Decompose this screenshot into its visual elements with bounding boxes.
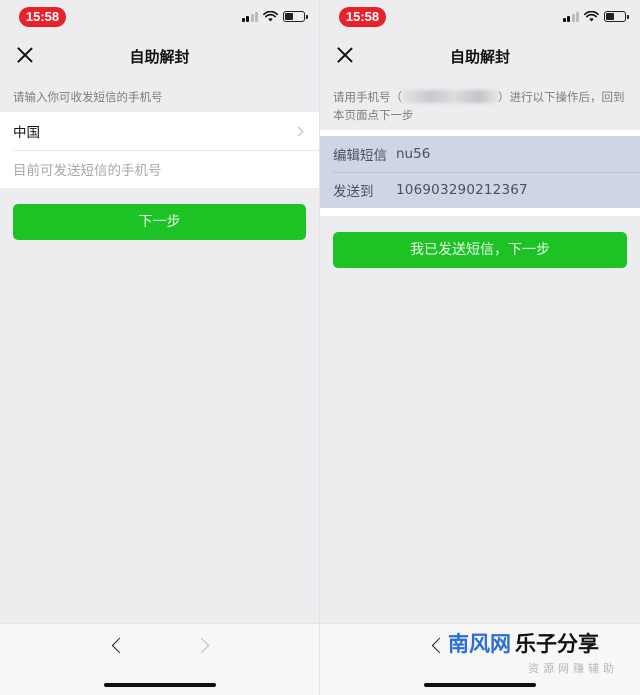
phone-screen-step1: 15:58 自助解封 请输入你可收发短信的手机号 中国 目前可发送短信的手机号 …	[0, 0, 320, 695]
sms-recipient-row[interactable]: 发送到 106903290212367	[320, 172, 640, 208]
screenshot-pair: 15:58 自助解封 请输入你可收发短信的手机号 中国 目前可发送短信的手机号 …	[0, 0, 640, 695]
phone-screen-step2: 15:58 自助解封 请用手机号（ ）进行以下操作后，回到本页面点下一步 编辑短…	[320, 0, 640, 695]
phone-hint-text: 请输入你可收发短信的手机号	[13, 90, 163, 104]
watermark-part1: 南风网	[448, 632, 511, 656]
blurred-phone-number	[402, 90, 498, 103]
instruction-text: 请用手机号（ ）进行以下操作后，回到本页面点下一步	[320, 78, 640, 130]
status-bar: 15:58	[0, 0, 319, 36]
sms-content-value: nu56	[396, 146, 431, 162]
wifi-icon	[584, 11, 599, 22]
back-arrow-icon[interactable]	[111, 637, 128, 654]
cellular-signal-icon	[241, 11, 258, 22]
back-arrow-icon[interactable]	[431, 637, 448, 654]
cellular-signal-icon	[562, 11, 579, 22]
sms-recipient-value: 106903290212367	[396, 182, 528, 198]
next-button[interactable]: 下一步	[13, 204, 306, 240]
battery-icon	[283, 11, 308, 22]
status-time: 15:58	[339, 7, 386, 27]
phone-input-placeholder: 目前可发送短信的手机号	[13, 163, 162, 179]
country-selector[interactable]: 中国	[0, 112, 319, 150]
phone-form: 中国 目前可发送短信的手机号	[0, 112, 319, 188]
wifi-icon	[263, 11, 278, 22]
instruction-before: 请用手机号（	[333, 90, 402, 104]
status-time: 15:58	[19, 7, 66, 27]
home-indicator[interactable]	[104, 683, 216, 687]
forward-arrow-icon[interactable]	[193, 637, 210, 654]
phone-input[interactable]: 目前可发送短信的手机号	[0, 150, 319, 188]
sms-content-row[interactable]: 编辑短信 nu56	[320, 136, 640, 172]
status-icons	[562, 11, 629, 22]
sms-recipient-label: 发送到	[333, 184, 374, 200]
sms-details-highlight: 编辑短信 nu56 发送到 106903290212367	[320, 136, 640, 208]
nav-bar: 自助解封	[0, 36, 319, 78]
page-title: 自助解封	[129, 48, 190, 66]
sms-content-label: 编辑短信	[333, 148, 387, 164]
watermark-title: 南风网 乐子分享	[448, 628, 618, 658]
home-indicator[interactable]	[424, 683, 536, 687]
status-icons	[241, 11, 308, 22]
watermark: 南风网 乐子分享 资源网赚辅助	[448, 628, 618, 676]
watermark-subtitle: 资源网赚辅助	[528, 662, 618, 675]
sms-details: 编辑短信 nu56 发送到 106903290212367	[320, 130, 640, 216]
battery-icon	[604, 11, 629, 22]
watermark-part2: 乐子分享	[515, 632, 599, 656]
browser-toolbar	[0, 623, 319, 695]
chevron-right-icon	[293, 126, 304, 136]
sent-sms-next-button[interactable]: 我已发送短信，下一步	[333, 232, 627, 268]
country-label: 中国	[13, 125, 40, 141]
nav-bar: 自助解封	[320, 36, 640, 78]
page-title: 自助解封	[449, 48, 510, 66]
status-bar: 15:58	[320, 0, 640, 36]
